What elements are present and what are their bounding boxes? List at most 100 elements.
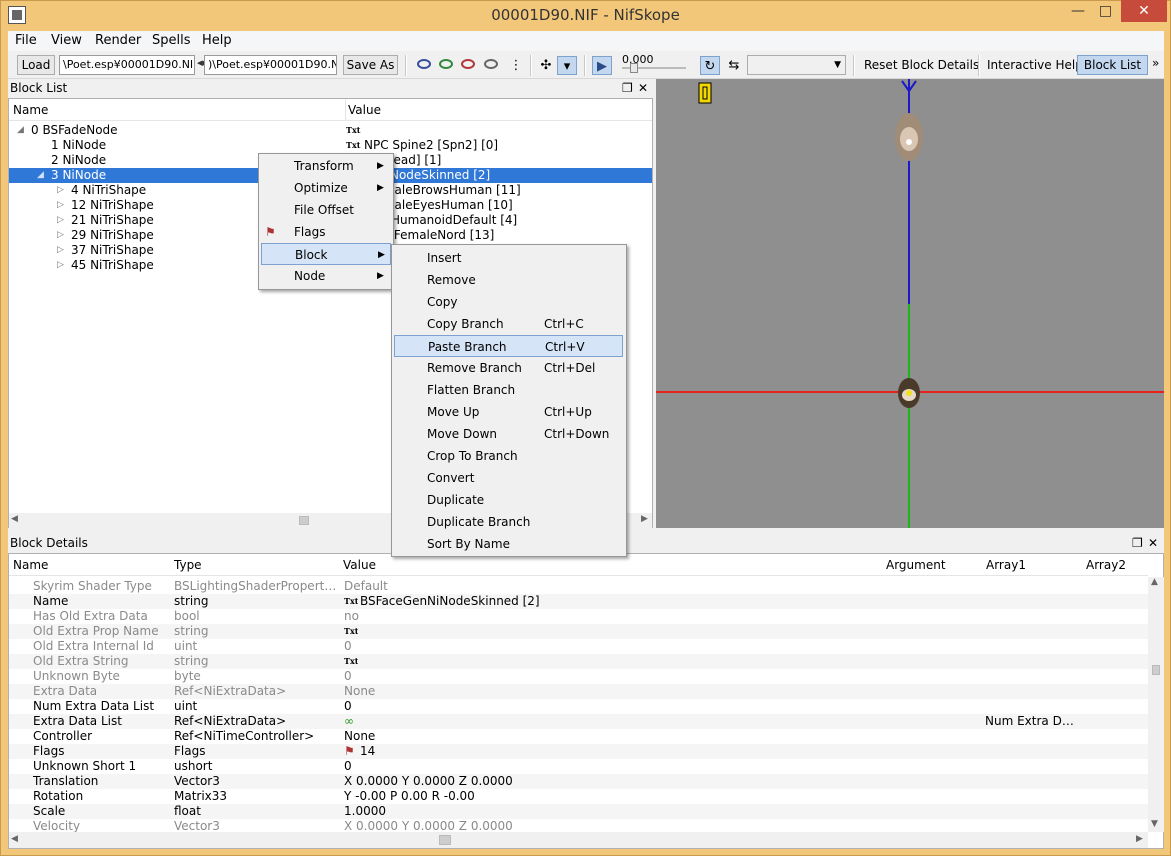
menu-render[interactable]: Render <box>90 33 146 50</box>
gizmo-widget[interactable] <box>698 82 712 104</box>
tree-row[interactable]: ◢ 0 BSFadeNode Txt <box>9 123 652 138</box>
column-argument-header[interactable]: Argument <box>886 554 946 576</box>
dock-float-icon[interactable]: ❐ <box>1132 534 1143 552</box>
column-array1-header[interactable]: Array1 <box>986 554 1026 576</box>
expand-closed-icon[interactable]: ▷ <box>57 213 64 228</box>
minimize-button[interactable]: — <box>1065 0 1091 22</box>
context-menu-item[interactable]: Transform ▶ <box>261 155 391 177</box>
view-eye-blue-icon[interactable] <box>417 59 431 69</box>
3d-viewport[interactable] <box>656 79 1164 528</box>
detail-row[interactable]: Flags Flags ⚑ 14 <box>9 744 1149 759</box>
maximize-button[interactable]: □ <box>1092 0 1119 22</box>
time-slider-handle[interactable] <box>630 63 638 73</box>
block-submenu-item[interactable]: Insert <box>394 247 623 269</box>
load-path-field[interactable]: \Poet.esp¥00001D90.NIF <box>59 55 195 75</box>
title-bar[interactable]: 00001D90.NIF - NifSkope — □ ✕ <box>0 0 1171 31</box>
play-icon[interactable]: ▶ <box>592 56 612 75</box>
menu-file[interactable]: File <box>10 33 42 50</box>
view-eye-red-icon[interactable] <box>461 59 475 69</box>
save-path-field[interactable]: )\Poet.esp¥00001D90.NIF <box>204 55 337 75</box>
block-submenu-item[interactable]: Crop To Branch <box>394 445 623 467</box>
block-submenu-item[interactable]: Copy Branch Ctrl+C <box>394 313 623 335</box>
detail-row[interactable]: Old Extra String string Txt <box>9 654 1149 669</box>
detail-row[interactable]: Controller Ref<NiTimeController> None <box>9 729 1149 744</box>
detail-row[interactable]: Unknown Byte byte 0 <box>9 669 1149 684</box>
block-submenu-item[interactable]: Remove <box>394 269 623 291</box>
block-details-table[interactable]: Name Type Value Argument Array1 Array2 S… <box>8 553 1164 849</box>
context-menu-item[interactable]: Node ▶ <box>261 265 391 287</box>
detail-row[interactable]: Translation Vector3 X 0.0000 Y 0.0000 Z 0.… <box>9 774 1149 789</box>
detail-row[interactable]: Extra Data List Ref<NiExtraData> ∞ Num Extr… <box>9 714 1149 729</box>
view-eye-green-icon[interactable] <box>439 59 453 69</box>
scroll-thumb[interactable] <box>299 516 309 525</box>
column-name-header[interactable]: Name <box>13 554 48 576</box>
block-submenu-item[interactable]: Move Down Ctrl+Down <box>394 423 623 445</box>
menu-help[interactable]: Help <box>197 33 237 50</box>
column-value-header[interactable]: Value <box>343 554 376 576</box>
detail-row[interactable]: Old Extra Prop Name string Txt <box>9 624 1149 639</box>
detail-row[interactable]: Scale float 1.0000 <box>9 804 1149 819</box>
reset-block-details-button[interactable]: Reset Block Details <box>864 58 979 72</box>
detail-row[interactable]: Rotation Matrix33 Y -0.00 P 0.00 R -0.00 <box>9 789 1149 804</box>
detail-row[interactable]: Name string Txt BSFaceGenNiNodeSkinned [2] <box>9 594 1149 609</box>
toolbar-overflow-icon[interactable]: » <box>1152 56 1159 70</box>
dock-close-icon[interactable]: ✕ <box>1148 534 1158 552</box>
expand-closed-icon[interactable]: ▷ <box>57 243 64 258</box>
save-as-button[interactable]: Save As <box>343 55 398 75</box>
scroll-thumb[interactable] <box>439 835 451 845</box>
block-submenu-item[interactable]: Duplicate Branch <box>394 511 623 533</box>
block-submenu-item[interactable]: Duplicate <box>394 489 623 511</box>
viewport-scene[interactable] <box>656 79 1164 528</box>
interactive-help-button[interactable]: Interactive Help <box>987 58 1083 72</box>
detail-row[interactable]: Skyrim Shader Type BSLightingShaderProper… <box>9 579 1149 594</box>
view-dropdown-icon[interactable]: ▾ <box>557 56 577 75</box>
context-menu-item[interactable]: File Offset <box>261 199 391 221</box>
move-tool-icon[interactable]: ✣ <box>536 56 556 75</box>
dock-float-icon[interactable]: ❐ <box>622 79 633 97</box>
expand-closed-icon[interactable]: ▷ <box>57 198 64 213</box>
detail-row[interactable]: Num Extra Data List uint 0 <box>9 699 1149 714</box>
dock-close-icon[interactable]: ✕ <box>638 79 648 97</box>
switch-anim-icon[interactable]: ⇆ <box>724 56 744 75</box>
expand-closed-icon[interactable]: ▷ <box>57 183 64 198</box>
menu-view[interactable]: View <box>46 33 87 50</box>
block-details-horizontal-scrollbar[interactable]: ◀ ▶ <box>9 832 1148 848</box>
detail-row[interactable]: Old Extra Internal Id uint 0 <box>9 639 1149 654</box>
block-submenu-item[interactable]: Paste Branch Ctrl+V <box>394 335 623 357</box>
scroll-thumb[interactable] <box>1152 665 1160 675</box>
column-name-header[interactable]: Name <box>13 99 48 121</box>
block-submenu-item[interactable]: Remove Branch Ctrl+Del <box>394 357 623 379</box>
detail-row[interactable]: Extra Data Ref<NiExtraData> None <box>9 684 1149 699</box>
expand-open-icon[interactable]: ◢ <box>37 168 44 183</box>
context-menu-item[interactable]: Block ▶ <box>261 243 391 265</box>
block-submenu-item[interactable]: Copy <box>394 291 623 313</box>
detail-row[interactable]: Unknown Short 1 ushort 0 <box>9 759 1149 774</box>
detail-row[interactable]: Has Old Extra Data bool no <box>9 609 1149 624</box>
view-eye-gray-icon[interactable] <box>484 59 498 69</box>
loop-icon[interactable]: ↻ <box>700 56 720 75</box>
column-type-header[interactable]: Type <box>174 554 202 576</box>
menu-item-label: Move Down <box>427 427 497 441</box>
load-button[interactable]: Load <box>17 55 55 75</box>
block-submenu-item[interactable]: Sort By Name <box>394 533 623 555</box>
walk-icon[interactable]: ⋮ <box>506 56 526 75</box>
close-window-button[interactable]: ✕ <box>1121 0 1167 22</box>
block-list-toggle-button[interactable]: Block List <box>1077 55 1148 75</box>
block-submenu-item[interactable]: Flatten Branch <box>394 379 623 401</box>
expand-closed-icon[interactable]: ▷ <box>57 228 64 243</box>
flag-icon[interactable]: ⚑ <box>344 744 355 759</box>
menu-spells[interactable]: Spells <box>147 33 196 50</box>
column-array2-header[interactable]: Array2 <box>1086 554 1126 576</box>
context-menu-item[interactable]: Flags ⚑ <box>261 221 391 243</box>
block-list-dock-header[interactable]: Block List ❐ ✕ <box>8 79 653 97</box>
animation-select[interactable]: ▼ <box>747 55 846 75</box>
block-submenu-item[interactable]: Move Up Ctrl+Up <box>394 401 623 423</box>
tree-row[interactable]: 1 NiNode Txt NPC Spine2 [Spn2] [0] <box>9 138 652 153</box>
expand-closed-icon[interactable]: ▷ <box>57 258 64 273</box>
block-details-vertical-scrollbar[interactable]: ▲ ▼ <box>1148 577 1164 832</box>
context-menu-item[interactable]: Optimize ▶ <box>261 177 391 199</box>
column-value-header[interactable]: Value <box>348 99 381 121</box>
link-icon[interactable]: ∞ <box>344 714 354 729</box>
expand-open-icon[interactable]: ◢ <box>17 123 24 138</box>
block-submenu-item[interactable]: Convert <box>394 467 623 489</box>
